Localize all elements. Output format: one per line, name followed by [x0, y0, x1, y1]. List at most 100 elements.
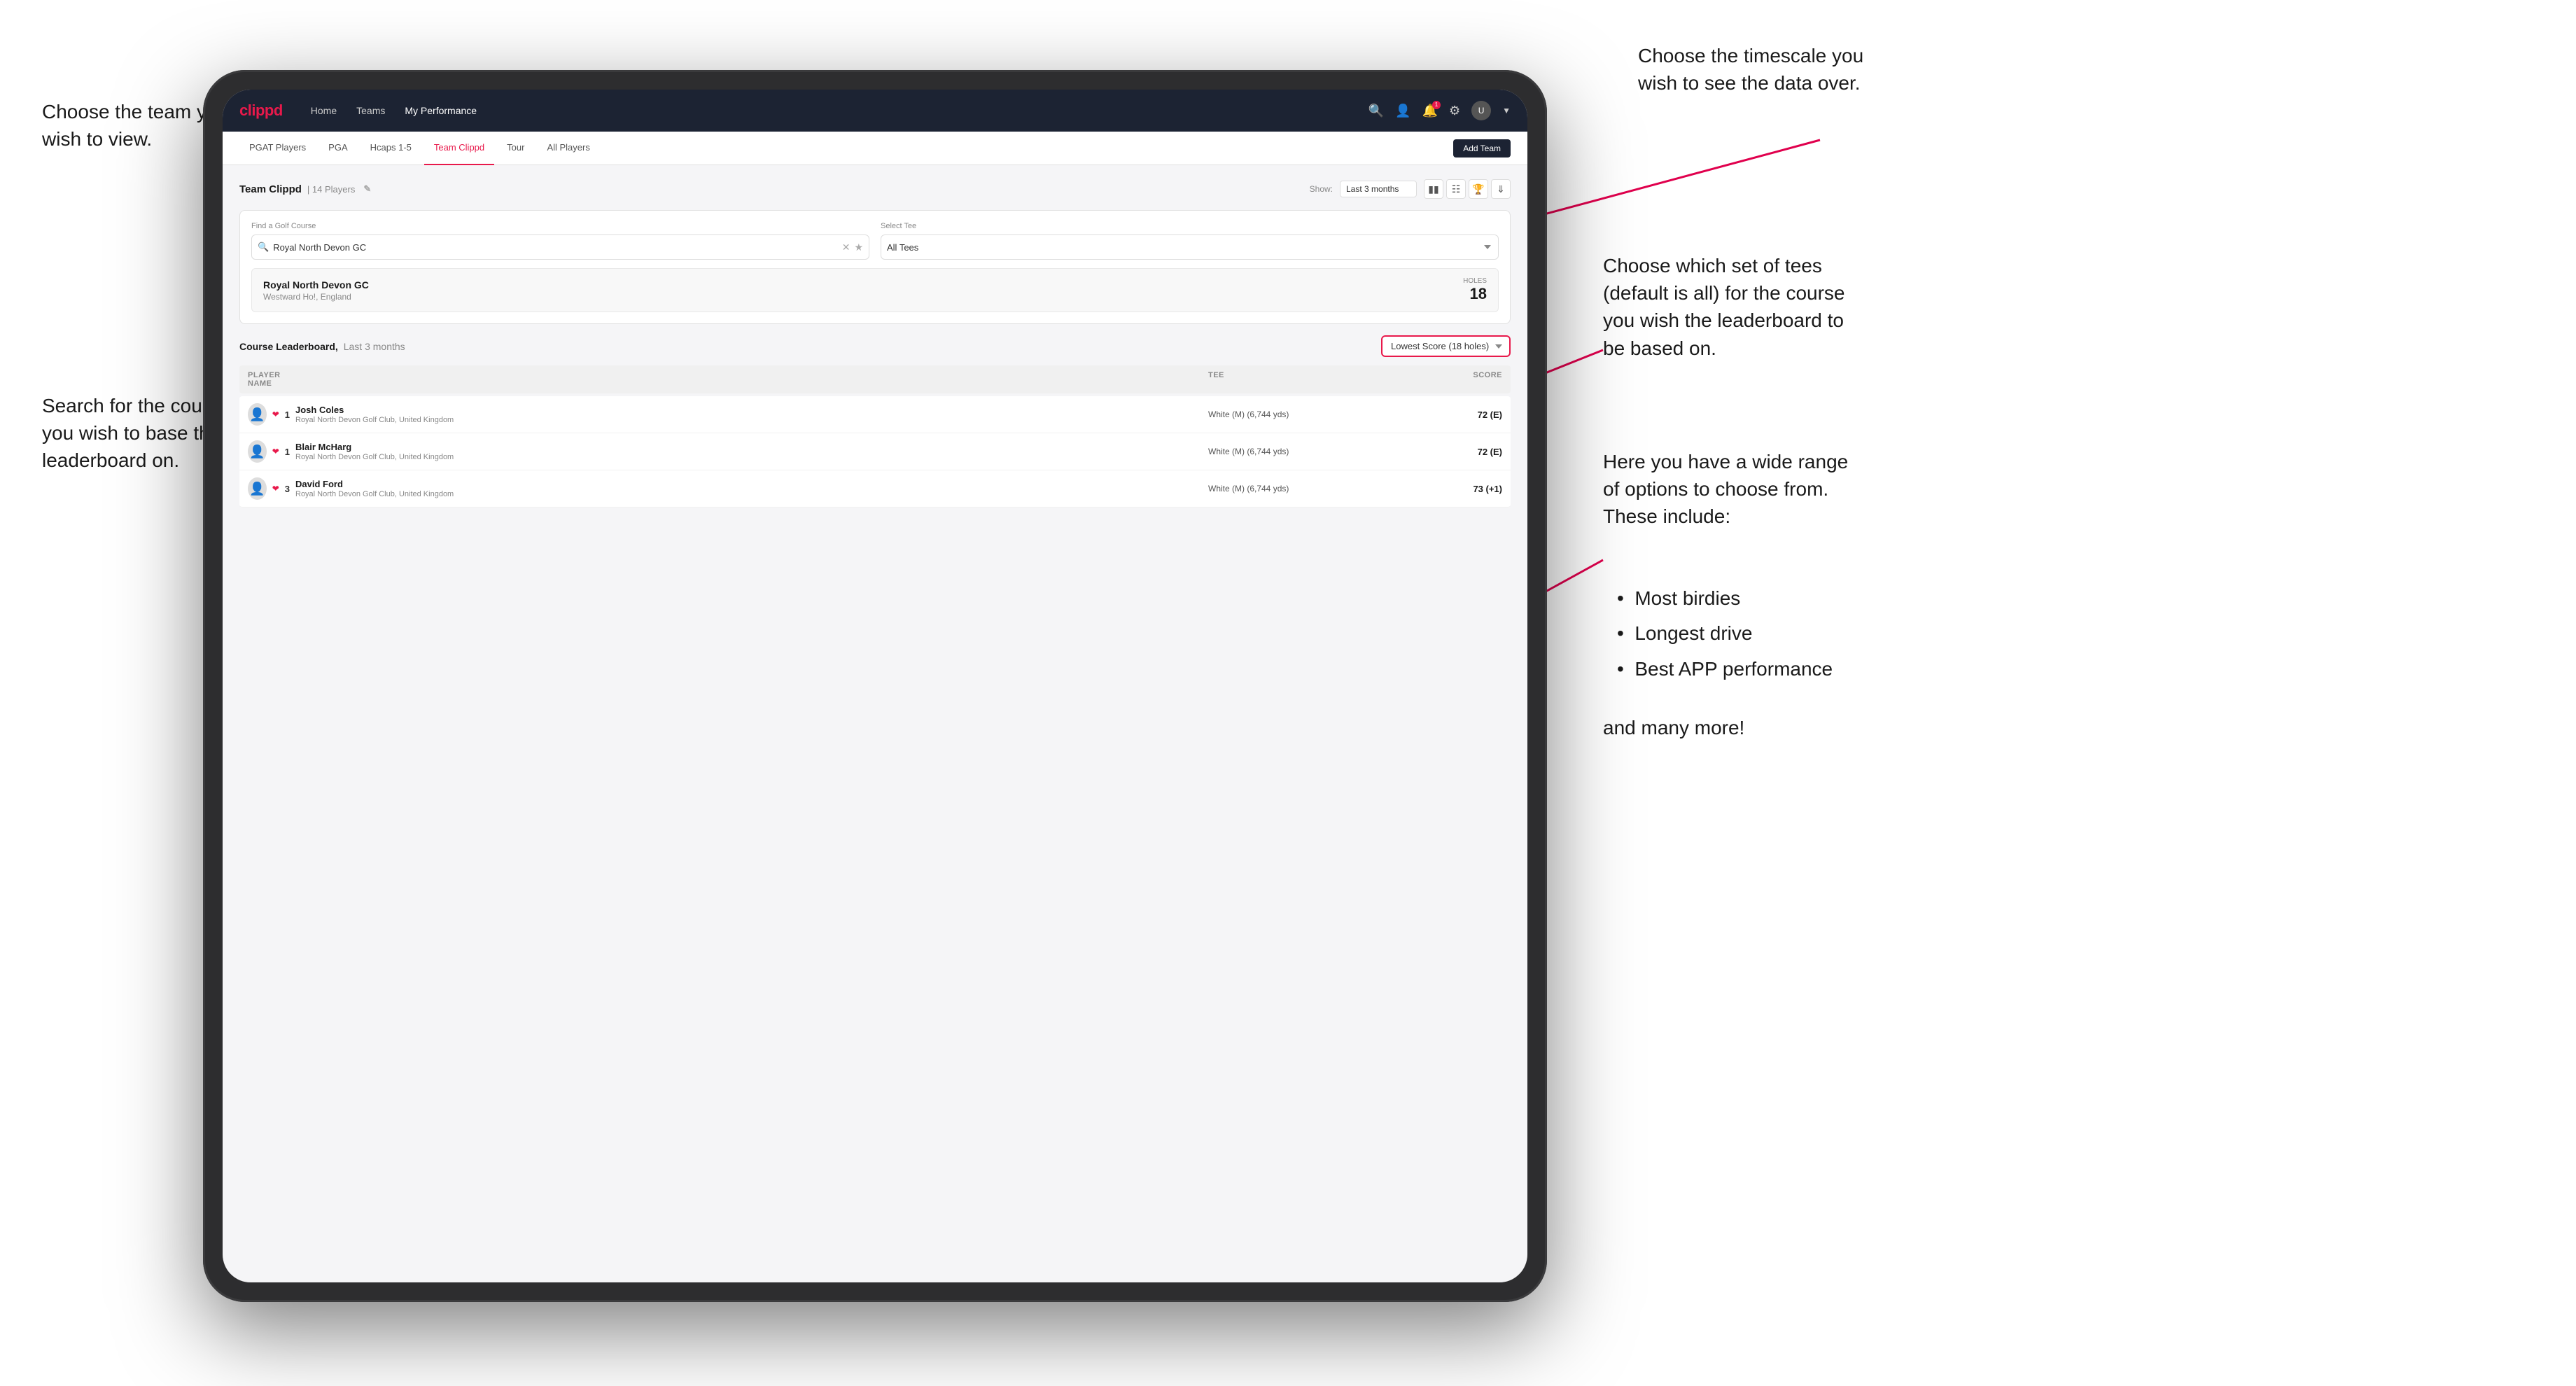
course-search-annotation: Search for the courseyou wish to base th… [42, 392, 230, 475]
view-icons: ▮▮ ☷ 🏆 ⇓ [1424, 179, 1511, 199]
tee-col: White (M) (6,744 yds) [1208, 484, 1418, 493]
favorite-heart-icon[interactable]: ❤ [272, 447, 279, 456]
leaderboard-rows: 👤 ❤ 1 Josh Coles Royal North Devon Golf … [239, 396, 1511, 507]
tablet-device: clippd Home Teams My Performance 🔍 👤 🔔 1… [203, 70, 1547, 1302]
col-tee-header: TEE [1208, 371, 1418, 388]
user-avatar[interactable]: U [1471, 101, 1491, 120]
holes-badge: Holes 18 [1463, 277, 1487, 303]
player-club: Royal North Devon Golf Club, United King… [295, 490, 1208, 498]
options-annotation: Here you have a wide rangeof options to … [1603, 448, 1848, 531]
favorite-button[interactable]: ★ [854, 241, 863, 253]
timescale-annotation: Choose the timescale youwish to see the … [1638, 42, 1863, 97]
favorite-heart-icon[interactable]: ❤ [272, 410, 279, 419]
trophy-view-icon[interactable]: 🏆 [1469, 179, 1488, 199]
score-col: 72 (E) [1418, 410, 1502, 420]
subnav-tour[interactable]: Tour [497, 132, 534, 165]
nav-teams[interactable]: Teams [348, 101, 393, 120]
table-row: 👤 ❤ 1 Blair McHarg Royal North Devon Gol… [239, 433, 1511, 470]
show-label: Show: [1310, 184, 1333, 194]
search-icon[interactable]: 🔍 [1368, 104, 1384, 118]
add-team-button[interactable]: Add Team [1453, 139, 1511, 158]
course-result: Royal North Devon GC Westward Ho!, Engla… [251, 268, 1499, 312]
navbar: clippd Home Teams My Performance 🔍 👤 🔔 1… [223, 90, 1527, 132]
rank-col: 👤 ❤ 1 [248, 403, 290, 426]
player-club: Royal North Devon Golf Club, United King… [295, 453, 1208, 461]
main-content: Team Clippd | 14 Players ✎ Show: Last 3 … [223, 165, 1527, 522]
tablet-screen: clippd Home Teams My Performance 🔍 👤 🔔 1… [223, 90, 1527, 1282]
subnav-team-clippd[interactable]: Team Clippd [424, 132, 494, 165]
leaderboard-period: Last 3 months [344, 341, 405, 352]
holes-label: Holes [1463, 277, 1487, 285]
notification-badge: 1 [1432, 101, 1441, 109]
bell-icon[interactable]: 🔔 1 [1422, 104, 1438, 118]
settings-icon[interactable]: ⚙ [1449, 104, 1460, 118]
course-info: Royal North Devon GC Westward Ho!, Engla… [263, 279, 369, 302]
rank-number: 3 [285, 484, 290, 494]
show-select[interactable]: Last 3 months Last month Last 6 months L… [1340, 181, 1417, 197]
clear-search-button[interactable]: ✕ [842, 241, 850, 253]
brand-logo: clippd [239, 102, 283, 120]
search-icon-small: 🔍 [258, 241, 269, 253]
course-location: Westward Ho!, England [263, 292, 369, 302]
team-controls: Show: Last 3 months Last month Last 6 mo… [1310, 179, 1511, 199]
score-col: 72 (E) [1418, 447, 1502, 457]
nav-my-performance[interactable]: My Performance [396, 101, 485, 120]
player-info-col: Josh Coles Royal North Devon Golf Club, … [290, 405, 1208, 424]
col-score-header: SCORE [1418, 371, 1502, 388]
grid-view-icon[interactable]: ▮▮ [1424, 179, 1443, 199]
tee-select-field: Select Tee All Tees White Tees Yellow Te… [881, 222, 1499, 260]
tee-select[interactable]: All Tees White Tees Yellow Tees Red Tees [881, 234, 1499, 260]
table-row: 👤 ❤ 3 David Ford Royal North Devon Golf … [239, 470, 1511, 507]
navbar-icons: 🔍 👤 🔔 1 ⚙ U ▼ [1368, 101, 1511, 120]
options-footer: and many more! [1603, 714, 1744, 741]
nav-home[interactable]: Home [302, 101, 345, 120]
leaderboard-header: Course Leaderboard, Last 3 months Lowest… [239, 335, 1511, 357]
course-search-input[interactable] [273, 242, 838, 253]
player-club: Royal North Devon Golf Club, United King… [295, 416, 1208, 424]
col-player-name-header [290, 371, 1208, 388]
team-title: Team Clippd | 14 Players ✎ [239, 183, 371, 195]
list-view-icon[interactable]: ☷ [1446, 179, 1466, 199]
table-header: PLAYER NAME TEE SCORE [239, 365, 1511, 393]
score-col: 73 (+1) [1418, 484, 1502, 494]
course-name: Royal North Devon GC [263, 279, 369, 290]
table-row: 👤 ❤ 1 Josh Coles Royal North Devon Golf … [239, 396, 1511, 433]
player-avatar: 👤 [248, 440, 267, 463]
course-search-panel: Find a Golf Course 🔍 ✕ ★ Select Tee All … [239, 210, 1511, 324]
edit-team-icon[interactable]: ✎ [363, 183, 371, 195]
tee-annotation: Choose which set of tees(default is all)… [1603, 252, 1845, 362]
subnav-pga[interactable]: PGA [318, 132, 357, 165]
subnav-all-players[interactable]: All Players [537, 132, 599, 165]
search-input-wrap: 🔍 ✕ ★ [251, 234, 869, 260]
player-avatar: 👤 [248, 477, 267, 500]
options-list: • Most birdies • Longest drive • Best AP… [1617, 581, 1833, 687]
rank-number: 1 [285, 447, 290, 457]
course-search-field: Find a Golf Course 🔍 ✕ ★ [251, 222, 869, 260]
player-count: | 14 Players [307, 184, 355, 195]
team-annotation: Choose the team youwish to view. [42, 98, 228, 153]
subnav-hcaps[interactable]: Hcaps 1-5 [360, 132, 421, 165]
subnav: PGAT Players PGA Hcaps 1-5 Team Clippd T… [223, 132, 1527, 165]
profile-icon[interactable]: 👤 [1395, 104, 1410, 118]
score-type-select[interactable]: Lowest Score (18 holes) Most Birdies Lon… [1381, 335, 1511, 357]
tee-col: White (M) (6,744 yds) [1208, 447, 1418, 456]
col-player-header: PLAYER NAME [248, 371, 290, 388]
favorite-heart-icon[interactable]: ❤ [272, 484, 279, 493]
rank-col: 👤 ❤ 3 [248, 477, 290, 500]
download-icon[interactable]: ⇓ [1491, 179, 1511, 199]
search-row: Find a Golf Course 🔍 ✕ ★ Select Tee All … [251, 222, 1499, 260]
player-info-col: Blair McHarg Royal North Devon Golf Club… [290, 442, 1208, 461]
avatar-chevron: ▼ [1502, 106, 1511, 115]
holes-count: 18 [1463, 285, 1487, 303]
team-name: Team Clippd [239, 183, 302, 195]
rank-number: 1 [285, 410, 290, 420]
leaderboard-title: Course Leaderboard, Last 3 months [239, 341, 405, 352]
player-name: David Ford [295, 479, 1208, 489]
select-tee-label: Select Tee [881, 222, 1499, 230]
player-info-col: David Ford Royal North Devon Golf Club, … [290, 479, 1208, 498]
player-name: Blair McHarg [295, 442, 1208, 452]
subnav-pgat[interactable]: PGAT Players [239, 132, 316, 165]
rank-col: 👤 ❤ 1 [248, 440, 290, 463]
player-avatar: 👤 [248, 403, 267, 426]
tee-col: White (M) (6,744 yds) [1208, 410, 1418, 419]
